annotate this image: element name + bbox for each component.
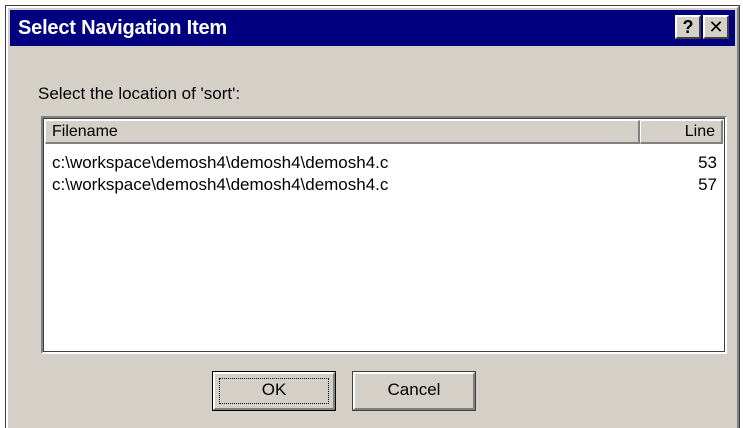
line-cell: 57 [698,175,717,194]
help-button[interactable]: ? [675,15,701,39]
help-icon: ? [682,17,694,37]
list-item[interactable]: c:\workspace\demosh4\demosh4\demosh4.c 5… [45,152,723,174]
column-header-filename[interactable]: Filename [45,120,640,144]
prompt-label: Select the location of 'sort': [38,84,241,103]
dialog-title: Select Navigation Item [18,17,227,39]
line-cell: 53 [698,153,717,172]
location-list[interactable]: Filename Line c:\workspace\demosh4\demos… [41,116,727,354]
cancel-button[interactable]: Cancel [352,371,476,411]
select-navigation-item-dialog: Select Navigation Item ? ✕ Select the lo… [5,5,740,428]
focus-rectangle [219,378,329,404]
list-item[interactable]: c:\workspace\demosh4\demosh4\demosh4.c 5… [45,174,723,196]
filename-cell: c:\workspace\demosh4\demosh4\demosh4.c [52,153,389,172]
filename-cell: c:\workspace\demosh4\demosh4\demosh4.c [52,175,389,194]
close-button[interactable]: ✕ [703,15,729,39]
ok-button[interactable]: OK [212,371,336,411]
list-rows: c:\workspace\demosh4\demosh4\demosh4.c 5… [45,152,723,196]
cancel-button-label: Cancel [387,380,441,399]
close-icon: ✕ [708,17,724,37]
title-bar[interactable]: Select Navigation Item ? ✕ [10,10,735,46]
list-header: Filename Line [45,120,723,144]
column-header-line[interactable]: Line [640,120,723,144]
